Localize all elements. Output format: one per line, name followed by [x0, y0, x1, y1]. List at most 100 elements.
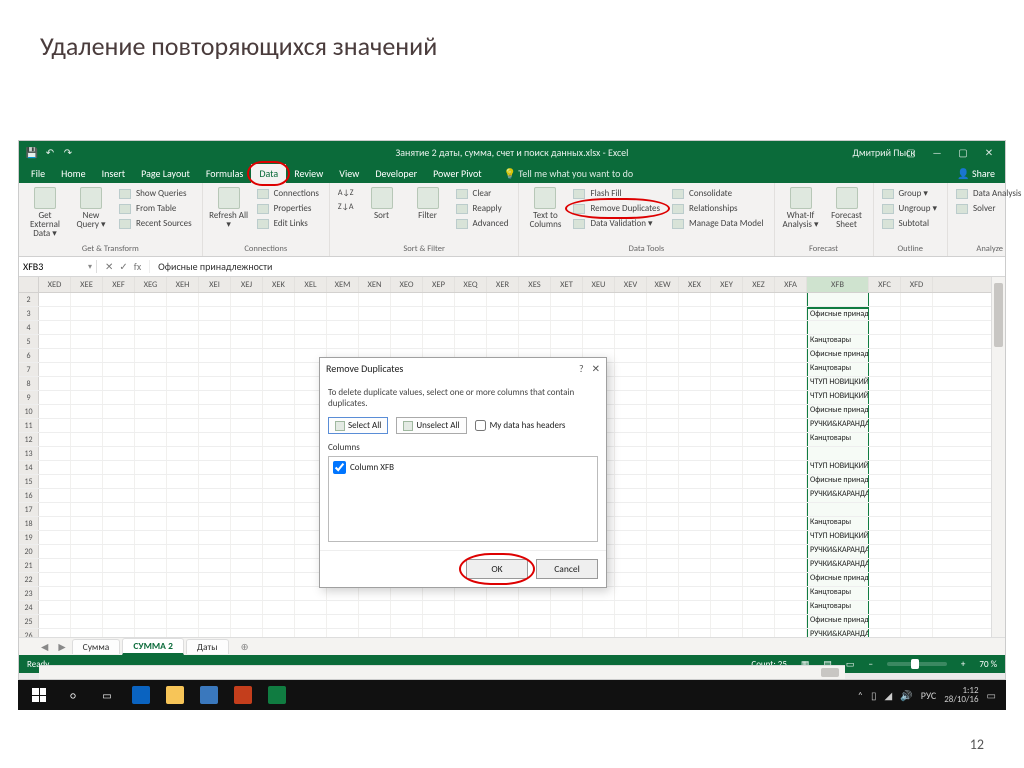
- cell[interactable]: [615, 601, 647, 614]
- cell[interactable]: [167, 601, 199, 614]
- cell[interactable]: [327, 307, 359, 320]
- cell[interactable]: [615, 335, 647, 348]
- row-header[interactable]: 22: [19, 573, 39, 586]
- close-icon[interactable]: ✕: [977, 143, 1001, 161]
- cell[interactable]: [455, 335, 487, 348]
- cell[interactable]: [103, 461, 135, 474]
- cell[interactable]: [231, 321, 263, 334]
- cell[interactable]: [551, 587, 583, 600]
- cell[interactable]: [231, 335, 263, 348]
- row-header[interactable]: 24: [19, 601, 39, 614]
- cell[interactable]: [743, 587, 775, 600]
- cell[interactable]: ЧТУП НОВИЦКИЙ: [807, 531, 869, 544]
- cell[interactable]: [775, 307, 807, 320]
- cell[interactable]: [901, 391, 933, 404]
- cell[interactable]: [263, 573, 295, 586]
- cell[interactable]: [327, 615, 359, 628]
- row-header[interactable]: 17: [19, 503, 39, 516]
- cell[interactable]: [647, 531, 679, 544]
- cell[interactable]: [901, 489, 933, 502]
- cell[interactable]: [263, 377, 295, 390]
- cell[interactable]: [901, 335, 933, 348]
- column-header[interactable]: XEQ: [455, 277, 487, 292]
- cell[interactable]: [679, 531, 711, 544]
- cell[interactable]: [391, 321, 423, 334]
- column-header[interactable]: XER: [487, 277, 519, 292]
- cell[interactable]: [231, 629, 263, 637]
- cell[interactable]: [901, 321, 933, 334]
- cell[interactable]: [423, 629, 455, 637]
- cell[interactable]: [455, 601, 487, 614]
- cell[interactable]: [583, 293, 615, 306]
- cell[interactable]: [199, 503, 231, 516]
- cell[interactable]: [869, 363, 901, 376]
- cell[interactable]: [39, 405, 71, 418]
- cell[interactable]: [71, 531, 103, 544]
- cell[interactable]: [679, 321, 711, 334]
- sort-button[interactable]: Sort: [362, 187, 402, 220]
- cell[interactable]: [263, 321, 295, 334]
- explorer-icon[interactable]: [158, 682, 192, 708]
- cell[interactable]: [231, 573, 263, 586]
- cell[interactable]: [167, 293, 199, 306]
- cell[interactable]: [679, 363, 711, 376]
- cell[interactable]: [359, 307, 391, 320]
- filter-button[interactable]: Filter: [408, 187, 448, 220]
- cell[interactable]: [743, 349, 775, 362]
- cell[interactable]: [743, 461, 775, 474]
- cell[interactable]: [135, 363, 167, 376]
- cell[interactable]: [231, 307, 263, 320]
- row-header[interactable]: 6: [19, 349, 39, 362]
- cell[interactable]: [647, 545, 679, 558]
- consolidate-button[interactable]: Consolidate: [670, 187, 767, 200]
- cell[interactable]: [71, 321, 103, 334]
- cell[interactable]: [103, 559, 135, 572]
- row-header[interactable]: 11: [19, 419, 39, 432]
- cell[interactable]: [199, 349, 231, 362]
- cell[interactable]: [775, 503, 807, 516]
- cell[interactable]: [39, 475, 71, 488]
- powerpoint-icon[interactable]: [226, 682, 260, 708]
- cell[interactable]: [231, 601, 263, 614]
- cell[interactable]: [295, 335, 327, 348]
- sort-za-icon[interactable]: Z↓A: [336, 201, 356, 213]
- cell[interactable]: [901, 559, 933, 572]
- row-header[interactable]: 23: [19, 587, 39, 600]
- maximize-icon[interactable]: ▢: [951, 143, 975, 161]
- ok-button[interactable]: OK: [466, 559, 528, 579]
- cell[interactable]: [103, 503, 135, 516]
- cell[interactable]: [807, 447, 869, 460]
- cell[interactable]: [743, 307, 775, 320]
- cell[interactable]: [71, 307, 103, 320]
- cell[interactable]: [71, 405, 103, 418]
- reapply-button[interactable]: Reapply: [454, 202, 513, 215]
- cell[interactable]: [647, 293, 679, 306]
- cell[interactable]: [455, 587, 487, 600]
- cell[interactable]: [263, 601, 295, 614]
- column-header[interactable]: XEP: [423, 277, 455, 292]
- cell[interactable]: [103, 419, 135, 432]
- cell[interactable]: [901, 293, 933, 306]
- cell[interactable]: [901, 503, 933, 516]
- cell[interactable]: РУЧКИ&КАРАНДАШИ: [807, 629, 869, 637]
- cell[interactable]: [647, 461, 679, 474]
- cell[interactable]: [167, 587, 199, 600]
- cell[interactable]: [901, 545, 933, 558]
- cell[interactable]: [167, 433, 199, 446]
- sheet-tab-2[interactable]: СУММА 2: [122, 638, 184, 655]
- row-header[interactable]: 13: [19, 447, 39, 460]
- cell[interactable]: Канцтовары: [807, 587, 869, 600]
- cell[interactable]: [807, 321, 869, 334]
- column-header[interactable]: XFB: [807, 277, 869, 292]
- fx-icon[interactable]: fx: [134, 260, 141, 273]
- cell[interactable]: [71, 447, 103, 460]
- column-header[interactable]: XEG: [135, 277, 167, 292]
- cell[interactable]: [487, 307, 519, 320]
- cell[interactable]: [647, 503, 679, 516]
- cell[interactable]: [199, 419, 231, 432]
- cell[interactable]: [167, 335, 199, 348]
- cell[interactable]: [743, 559, 775, 572]
- cell[interactable]: [135, 587, 167, 600]
- cortana-icon[interactable]: ○: [56, 682, 90, 708]
- row-header[interactable]: 5: [19, 335, 39, 348]
